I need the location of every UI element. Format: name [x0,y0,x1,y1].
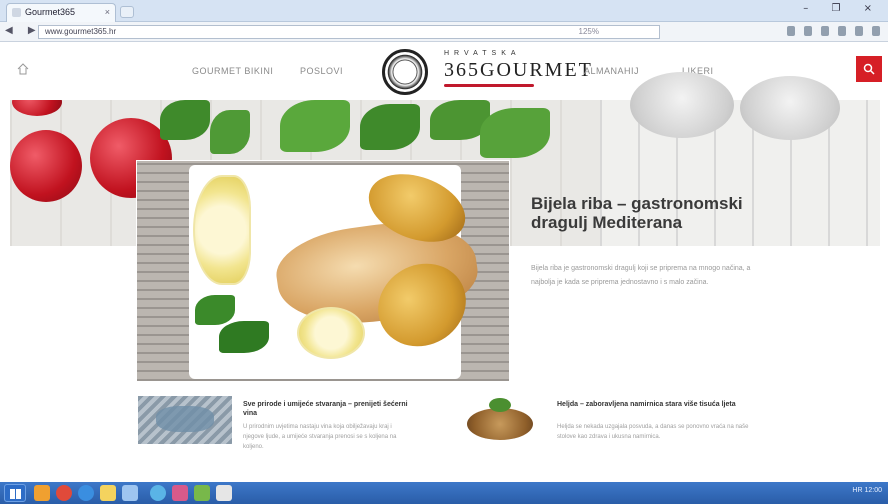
grapes-image [156,406,214,432]
feature-title[interactable]: Bijela riba – gastronomski dragulj Medit… [531,194,751,232]
bowl-image [740,76,840,140]
explorer-icon[interactable] [100,485,116,501]
back-forward-buttons[interactable]: ◀ ▶ [5,25,42,36]
search-button[interactable] [856,56,882,82]
herb-leaf-image [280,100,350,152]
window-controls[interactable]: – ❐ × [803,3,882,14]
os-taskbar: HR 12:00 [0,482,888,504]
folder-icon[interactable] [34,485,50,501]
search-icon [863,63,875,75]
app-icon[interactable] [172,485,188,501]
download-icon[interactable] [838,26,846,36]
logo-text[interactable]: 365GOURMET [444,59,593,82]
chrome-icon[interactable] [56,485,72,501]
herb-garnish-image [489,398,511,412]
feature-excerpt: Bijela riba je gastronomski dragulj koji… [531,265,751,286]
ie-icon[interactable] [78,485,94,501]
herb-garnish-image [219,321,269,353]
lemon-slice-image [297,307,365,359]
gear-icon[interactable] [855,26,863,36]
shield-icon[interactable] [821,26,829,36]
menu-icon[interactable] [872,26,880,36]
bowl-image [630,72,734,138]
herb-leaf-image [210,110,250,154]
close-tab-icon[interactable]: × [105,4,110,21]
buckwheat-dish-image [467,408,533,440]
tab-title: Gourmet365 [25,7,76,17]
star-icon[interactable] [804,26,812,36]
card-title[interactable]: Sve prirode i umijeće stvaranja – prenij… [243,400,413,418]
radish-image [12,100,62,116]
logo-subtitle: HRVATSKA [444,50,521,57]
herb-garnish-image [195,295,235,325]
nav-link-1[interactable]: GOURMET BIKINI [192,66,273,76]
home-toolbar-icon[interactable] [787,26,795,36]
plate-image [189,161,483,379]
card-excerpt: Heljda se nekada uzgajala posvuda, a dan… [557,424,749,440]
herb-leaf-image [480,108,550,158]
logo-underline [444,84,534,87]
radish-image [10,130,82,202]
zoom-level: 125% [578,27,599,36]
card-title[interactable]: Heljda – zaboravljena namirnica stara vi… [557,400,757,409]
nav-link-3[interactable]: ALMANAHIJ [584,66,639,76]
card-thumbnail[interactable] [138,396,232,444]
herb-leaf-image [360,104,420,150]
new-tab-button[interactable] [120,6,134,18]
browser-titlebar: Gourmet365 × – ❐ × [0,0,888,22]
url-text: www.gourmet365.hr [45,27,117,36]
feature-image[interactable] [136,160,510,382]
herb-leaf-image [160,100,210,140]
address-bar[interactable]: www.gourmet365.hr 125% [38,25,660,39]
lemon-wedge-image [193,175,251,285]
app-icon[interactable] [216,485,232,501]
browser-tab[interactable]: Gourmet365 × [6,3,116,22]
logo-emblem-icon[interactable] [382,49,428,95]
card-excerpt: U prirodnim uvjetima nastaju vina koja o… [243,424,397,450]
skype-icon[interactable] [150,485,166,501]
start-button[interactable] [4,484,26,502]
nav-link-2[interactable]: POSLOVI [300,66,343,76]
media-icon[interactable] [122,485,138,501]
app-icon[interactable] [194,485,210,501]
toolbar-icons [787,26,880,36]
home-icon[interactable] [16,62,30,76]
system-tray[interactable]: HR 12:00 [852,487,882,494]
card-thumbnail[interactable] [453,396,547,444]
browser-toolbar: ◀ ▶ www.gourmet365.hr 125% [0,22,888,42]
favicon-icon [12,8,21,17]
